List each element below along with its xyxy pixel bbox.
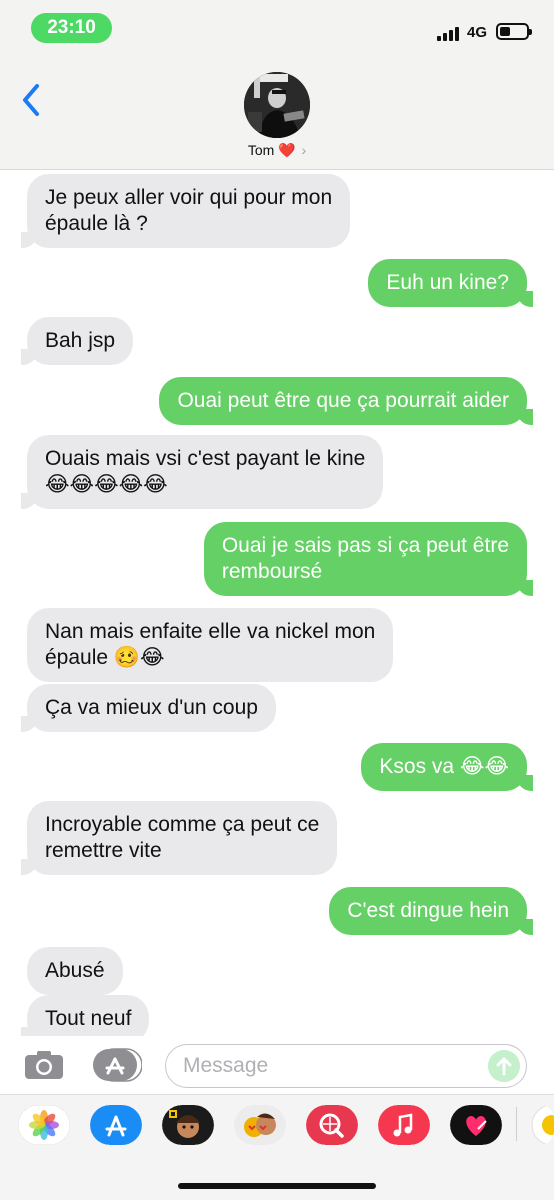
- more-app-icon[interactable]: [526, 1105, 554, 1145]
- message-input[interactable]: [183, 1053, 473, 1079]
- imessage-app-drawer: [0, 1094, 554, 1200]
- message-bubble-sent[interactable]: Ksos va 😂😂: [361, 743, 533, 791]
- message-bubble-sent[interactable]: Ouai je sais pas si ça peut être rembours…: [203, 522, 534, 596]
- message-bubble-received[interactable]: Ouais mais vsi c'est payant le kine 😂😂😂😂😂: [20, 435, 384, 509]
- status-time: 23:10: [31, 13, 112, 43]
- message-bubble-sent[interactable]: Euh un kine?: [368, 259, 533, 307]
- conversation-header: Tom ❤️ ›: [0, 52, 554, 170]
- avatar-photo: [244, 72, 310, 138]
- message-bubble-sent[interactable]: C'est dingue hein: [329, 887, 533, 935]
- camera-icon[interactable]: [24, 1050, 64, 1080]
- message-thread[interactable]: Je peux aller voir qui pour mon épaule là…: [0, 171, 554, 1036]
- compose-bar: [0, 1036, 554, 1094]
- message-bubble-received[interactable]: Bah jsp: [20, 317, 134, 365]
- message-field[interactable]: [165, 1044, 527, 1088]
- contact-avatar[interactable]: [244, 72, 310, 138]
- app-store-icon[interactable]: [92, 1048, 142, 1082]
- status-bar: 23:10 4G: [0, 0, 554, 52]
- chevron-right-icon: ›: [301, 142, 307, 158]
- drawer-divider: [516, 1107, 517, 1141]
- heart-emoji: ❤️: [278, 142, 296, 158]
- home-indicator[interactable]: [178, 1183, 376, 1189]
- music-app-icon[interactable]: [378, 1105, 430, 1145]
- message-bubble-received[interactable]: Ça va mieux d'un coup: [21, 684, 276, 732]
- digital-touch-app-icon[interactable]: [450, 1105, 502, 1145]
- message-bubble-sent[interactable]: Ouai peut être que ça pourrait aider: [159, 377, 533, 425]
- contact-name-row[interactable]: Tom ❤️ ›: [0, 142, 554, 159]
- cellular-signal-icon: [437, 25, 461, 41]
- contact-name: Tom: [247, 142, 275, 158]
- message-bubble-received[interactable]: Abusé: [27, 947, 123, 995]
- message-bubble-received[interactable]: Nan mais enfaite elle va nickel mon épaul…: [27, 608, 394, 682]
- message-bubble-received[interactable]: Je peux aller voir qui pour mon épaule là…: [20, 174, 351, 248]
- image-search-app-icon[interactable]: [306, 1105, 358, 1145]
- photos-app-icon[interactable]: [18, 1105, 70, 1145]
- battery-icon: [496, 23, 532, 40]
- network-type: 4G: [467, 24, 488, 41]
- app-store-app-icon[interactable]: [90, 1105, 142, 1145]
- send-arrow-icon[interactable]: [488, 1050, 520, 1082]
- animoji-app-icon[interactable]: [234, 1105, 286, 1145]
- message-bubble-received[interactable]: Tout neuf: [20, 995, 150, 1036]
- memoji-app-icon[interactable]: [162, 1105, 214, 1145]
- back-chevron-icon[interactable]: [18, 80, 48, 120]
- message-bubble-received[interactable]: Incroyable comme ça peut ce remettre vite: [20, 801, 338, 875]
